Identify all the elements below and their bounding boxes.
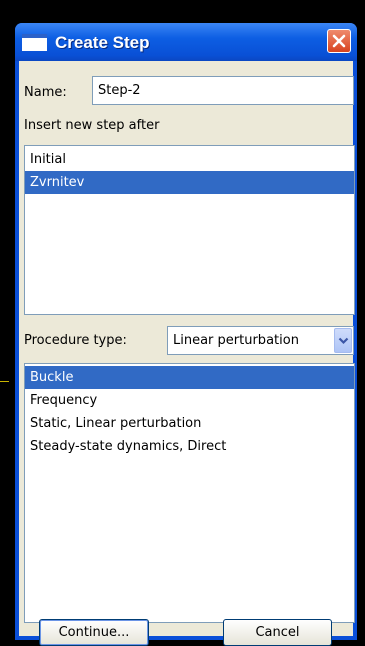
dropdown-button[interactable] [334, 328, 352, 353]
name-label: Name: [24, 85, 67, 100]
create-step-dialog: Create Step Name: Insert new step after … [15, 23, 357, 646]
list-item-step[interactable]: Initial [25, 148, 354, 171]
continue-button[interactable]: Continue... [39, 619, 149, 646]
window-icon [22, 34, 47, 51]
chevron-down-icon [338, 337, 349, 345]
close-icon [332, 34, 346, 48]
step-list[interactable]: Initial Zvrnitev [24, 145, 355, 315]
background-line [0, 381, 9, 382]
insert-after-label: Insert new step after [24, 118, 160, 133]
name-field[interactable] [92, 76, 354, 105]
cancel-button[interactable]: Cancel [223, 619, 332, 646]
list-item-step-selected[interactable]: Zvrnitev [25, 171, 354, 194]
list-item-procedure[interactable]: Steady-state dynamics, Direct [25, 435, 354, 458]
procedure-type-select[interactable]: Linear perturbation [167, 326, 354, 355]
procedure-type-value: Linear perturbation [173, 333, 299, 348]
list-item-procedure[interactable]: Static, Linear perturbation [25, 412, 354, 435]
dialog-body: Name: Insert new step after Initial Zvrn… [19, 61, 355, 646]
dialog-title: Create Step [55, 33, 150, 52]
list-item-procedure[interactable]: Frequency [25, 389, 354, 412]
procedure-type-label: Procedure type: [24, 333, 127, 348]
list-item-procedure-selected[interactable]: Buckle [25, 366, 354, 389]
close-button[interactable] [327, 29, 351, 53]
procedure-list[interactable]: Buckle Frequency Static, Linear perturba… [24, 363, 355, 623]
title-bar[interactable]: Create Step [15, 23, 357, 61]
